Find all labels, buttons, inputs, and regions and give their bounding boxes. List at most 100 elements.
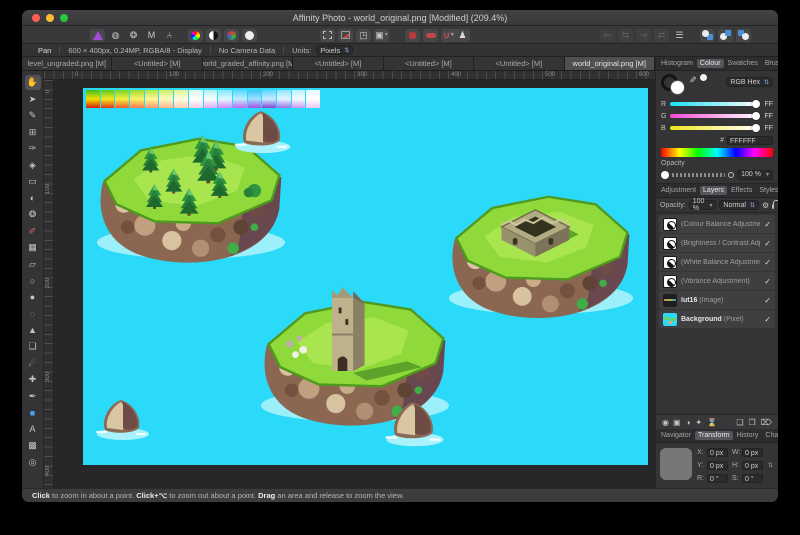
tab-adjustment[interactable]: Adjustment [658,186,699,195]
auto-white-balance-button[interactable] [242,29,257,42]
layers-opacity-select[interactable]: 100 % ▾ [689,200,717,210]
persona-photo-icon[interactable]: ◍ [108,29,123,42]
eyedropper-icon[interactable]: ✎ [686,76,697,84]
selection-marquee-button[interactable] [320,29,335,42]
minimize-window-button[interactable] [46,14,54,22]
zoom-window-button[interactable] [60,14,68,22]
quick-mask-button[interactable]: ▣▾ [374,29,389,42]
tab-layers[interactable]: Layers [700,186,727,195]
slider-knob[interactable] [752,112,760,120]
colour-mode-select[interactable]: RGB Hex ⇅ [726,77,773,87]
layer-row-brightness-contrast[interactable]: (Brightness / Contrast Adjustment) ✓ [659,234,775,252]
delete-layer-icon[interactable]: ⌦ [761,418,772,427]
align-left-button[interactable]: ⇤ [600,29,615,42]
visibility-check-icon[interactable]: ✓ [764,296,771,305]
persona-export-icon[interactable]: ⑃ [162,29,177,42]
mask-layer-icon[interactable]: ▣ [673,418,681,427]
visibility-check-icon[interactable]: ✓ [764,277,771,286]
visibility-check-icon[interactable]: ✓ [764,220,771,229]
tab-colour[interactable]: Colour [697,59,724,68]
close-window-button[interactable] [32,14,40,22]
arrange-menu-icon[interactable]: ☰ [672,29,687,42]
adjustment-layer-icon[interactable]: ◑ [686,418,691,427]
edit-all-layers-icon[interactable]: ◉ [662,418,669,427]
transform-field-w[interactable]: W: 0 px [732,448,763,457]
colour-sample-dot[interactable] [700,74,707,81]
tab-effects[interactable]: Effects [728,186,755,195]
opacity-value-select[interactable]: 100 % ▾ [737,170,773,180]
assistant-button[interactable]: ♟ [455,29,470,42]
tab-transform[interactable]: Transform [695,431,733,440]
move-tool[interactable]: ➤ [25,92,41,107]
healing-brush-tool[interactable]: ✚ [25,372,41,387]
gear-icon[interactable]: ⚙ [762,201,769,210]
transform-origin-button[interactable] [423,29,438,42]
transform-field-s[interactable]: S: 0 ° [732,474,763,483]
tab-untitled-2[interactable]: <Untitled> [M] [293,57,383,70]
persona-develop-icon[interactable]: M [144,29,159,42]
tab-untitled-1[interactable]: <Untitled> [M] [112,57,202,70]
pasteboard[interactable] [54,80,655,488]
move-back-button[interactable] [736,29,751,42]
rotation-lock-button[interactable] [405,29,420,42]
visibility-check-icon[interactable]: ✓ [764,239,771,248]
eraser-tool[interactable]: ▱ [25,257,41,272]
tab-styles[interactable]: Styles [756,186,778,195]
tab-level-ungraded[interactable]: level_ungraded.png [M] [22,57,112,70]
transform-field-h[interactable]: H: 0 px [732,461,763,470]
auto-contrast-button[interactable] [206,29,221,42]
updown-arrows-icon[interactable]: ⇅ [768,462,774,469]
affinity-logo-icon[interactable] [90,29,105,42]
pen-tool[interactable]: ✒ [25,389,41,404]
text-tool[interactable]: A [25,422,41,437]
move-forward-button[interactable] [718,29,733,42]
tab-histogram[interactable]: Histogram [658,59,696,68]
flood-select-tool[interactable]: ◈ [25,158,41,173]
blue-slider[interactable]: B FF [661,122,773,134]
hue-bar[interactable] [661,148,773,157]
tab-history[interactable]: History [734,431,762,440]
tab-navigator[interactable]: Navigator [658,431,694,440]
transform-field-y[interactable]: Y: 0 px [697,461,728,470]
blend-mode-select[interactable]: Normal ⇅ [719,200,759,210]
move-to-front-button[interactable] [700,29,715,42]
smudge-tool[interactable]: ☄ [25,356,41,371]
align-center-button[interactable]: ⇆ [618,29,633,42]
visibility-check-icon[interactable]: ✓ [764,258,771,267]
layer-row-colour-balance[interactable]: (Colour Balance Adjustment) ✓ [659,215,775,233]
canvas-image[interactable] [83,88,648,465]
slider-knob[interactable] [752,100,760,108]
hex-value-field[interactable]: FFFFFF [727,136,773,145]
deselect-button[interactable] [338,29,353,42]
transform-field-x[interactable]: X: 0 px [697,448,728,457]
transform-field-r[interactable]: R: 0 ° [697,474,728,483]
auto-levels-button[interactable] [188,29,203,42]
primary-colour-well[interactable] [670,80,685,95]
dodge-tool[interactable]: ○ [25,273,41,288]
colour-wheel-tool[interactable]: ❂ [25,207,41,222]
hourglass-icon[interactable]: ⌛ [707,418,717,427]
layer-row-background[interactable]: Background (Pixel) ✓ [659,310,775,328]
layer-row-vibrance[interactable]: (Vibrance Adjustment) ✓ [659,272,775,290]
red-slider[interactable]: R FF [661,98,773,110]
tab-world-original[interactable]: world_original.png [M] [565,57,655,70]
clone-stamp-tool[interactable]: ❏ [25,339,41,354]
live-filter-icon[interactable]: ✦ [695,418,702,427]
view-tool[interactable]: ✋ [25,75,41,90]
invert-selection-button[interactable]: ◳ [356,29,371,42]
group-layers-icon[interactable]: ❏ [736,418,743,427]
opacity-knob[interactable] [661,171,669,179]
shape-tool[interactable]: ■ [25,405,41,420]
zoom-tool[interactable]: ◎ [25,455,41,470]
align-right-button[interactable]: ⇥ [636,29,651,42]
units-select[interactable]: Pixels ⇅ [316,45,353,55]
tab-brushes[interactable]: Brushes [762,59,778,68]
green-slider[interactable]: G FF [661,110,773,122]
gradient-tool[interactable]: ◐ [25,191,41,206]
tab-untitled-3[interactable]: <Untitled> [M] [384,57,474,70]
pixel-tool[interactable]: ▦ [25,240,41,255]
opacity-slider[interactable]: 100 % ▾ [661,168,773,181]
add-layer-icon[interactable]: ❐ [749,418,756,427]
colour-picker-tool[interactable]: ✎ [25,108,41,123]
snapping-button[interactable]: ∪▾ [441,29,456,42]
